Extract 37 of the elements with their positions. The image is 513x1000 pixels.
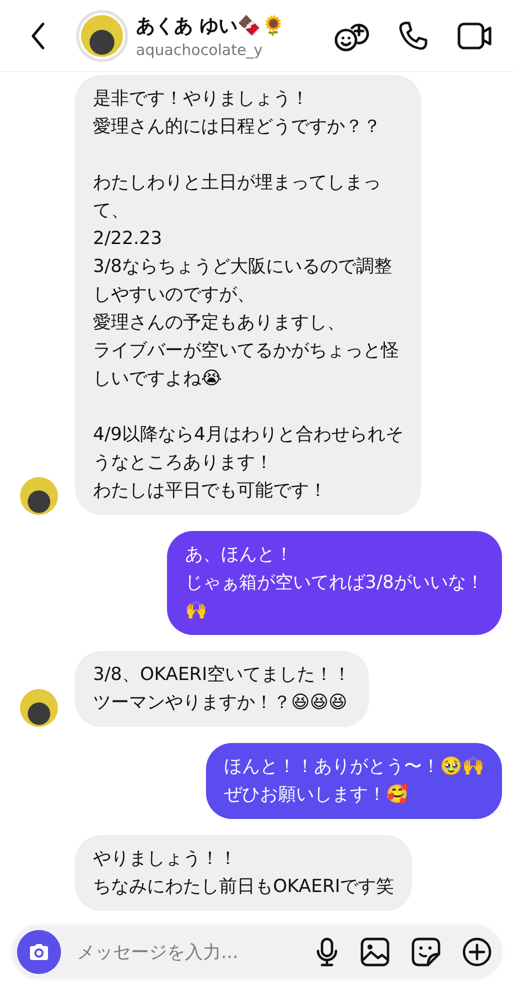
message-line: ちなみにわたし前日もOKAERIです笑 bbox=[93, 875, 394, 899]
microphone-icon[interactable] bbox=[315, 937, 339, 967]
message-line: 愛理さんの予定もありますし、 bbox=[93, 311, 345, 335]
message-line: 是非です！やりましょう！ bbox=[93, 87, 309, 111]
message-line: 愛理さん的には日程どうですか？？ bbox=[93, 115, 381, 139]
camera-button[interactable] bbox=[17, 930, 61, 974]
message-line: 2/22.23 bbox=[93, 227, 162, 251]
message-line: じゃぁ箱が空いてれば3/8がいいな！ bbox=[185, 571, 484, 595]
message-line: あ、ほんと！ bbox=[185, 543, 294, 567]
message-line: 4/9以降なら4月はわりと合わせられそ bbox=[93, 423, 404, 447]
message-line: やりましょう！！ bbox=[93, 847, 237, 871]
message-line: うなところあります！ bbox=[93, 451, 273, 475]
phone-icon[interactable] bbox=[397, 20, 429, 52]
camera-icon bbox=[28, 943, 50, 961]
message-line: しいですよね😭 bbox=[93, 367, 222, 391]
back-icon[interactable] bbox=[30, 22, 46, 50]
profile-avatar[interactable] bbox=[76, 10, 128, 62]
message-line: わたしわりと土日が埋まってしまっ bbox=[93, 171, 381, 195]
contact-username: aquachocolate_y bbox=[136, 40, 264, 58]
sender-avatar[interactable] bbox=[20, 689, 58, 727]
video-camera-icon[interactable] bbox=[457, 20, 493, 50]
sticker-icon[interactable] bbox=[411, 937, 441, 967]
message-line: て、 bbox=[93, 199, 129, 223]
contact-name: あくあ ゆい🍫🌻 bbox=[136, 14, 287, 38]
message-line: 3/8、OKAERI空いてました！！ bbox=[93, 663, 352, 687]
message-line: ツーマンやりますか！？😆😆😆 bbox=[93, 691, 348, 715]
image-icon[interactable] bbox=[360, 937, 390, 967]
message-line: 🙌 bbox=[185, 599, 208, 623]
message-line: ぜひお願いします！🥰 bbox=[224, 782, 408, 807]
message-line: ライブバーが空いてるかがちょっと怪 bbox=[93, 339, 399, 363]
plus-circle-icon[interactable] bbox=[462, 937, 492, 967]
message-input[interactable]: メッセージを入力... bbox=[75, 940, 315, 964]
message-line: しやすいのですが、 bbox=[93, 283, 255, 307]
message-line: わたしは平日でも可能です！ bbox=[93, 479, 327, 503]
message-line: 3/8ならちょうど大阪にいるので調整 bbox=[93, 255, 392, 279]
message-line: ほんと！！ありがとう〜！🥹🙌 bbox=[224, 755, 484, 779]
sender-avatar[interactable] bbox=[20, 477, 58, 515]
